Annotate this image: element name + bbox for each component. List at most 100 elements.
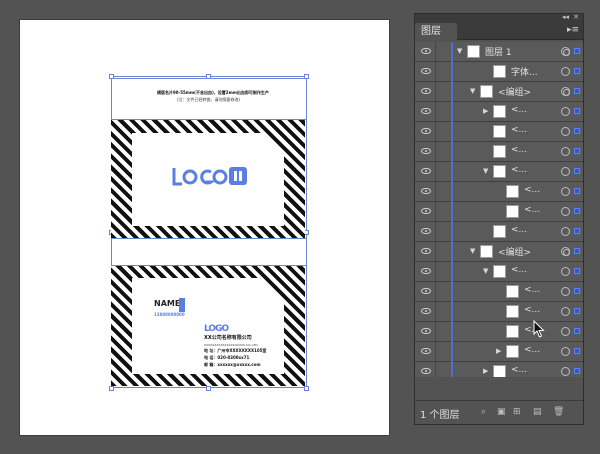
make-clipping-mask-icon[interactable]: ▣ xyxy=(497,407,506,417)
lock-column[interactable] xyxy=(435,282,436,302)
sublayer-row[interactable]: ▶ <... xyxy=(415,362,583,377)
visibility-eye-icon[interactable] xyxy=(421,268,431,274)
sublayer-row[interactable]: 字体... xyxy=(415,62,583,82)
expand-triangle-icon[interactable]: ▶ xyxy=(496,347,501,355)
target-circle-icon[interactable] xyxy=(561,367,570,376)
target-circle-icon[interactable] xyxy=(561,267,570,276)
sublayer-row[interactable]: <... xyxy=(415,282,583,302)
selection-indicator[interactable] xyxy=(574,108,580,114)
lock-column[interactable] xyxy=(435,202,436,222)
visibility-eye-icon[interactable] xyxy=(421,108,431,114)
expand-triangle-icon[interactable]: ▶ xyxy=(483,107,488,115)
lock-column[interactable] xyxy=(435,62,436,82)
selection-indicator[interactable] xyxy=(574,268,580,274)
target-circle-icon[interactable] xyxy=(561,147,570,156)
lock-column[interactable] xyxy=(435,142,436,162)
layer-name[interactable]: <... xyxy=(524,345,540,355)
sublayer-row[interactable]: <... xyxy=(415,202,583,222)
selection-indicator[interactable] xyxy=(574,248,580,254)
lock-column[interactable] xyxy=(435,222,436,242)
layer-name[interactable]: <编组> xyxy=(498,85,531,98)
lock-column[interactable] xyxy=(435,122,436,142)
selection-handle[interactable] xyxy=(304,386,309,391)
sublayer-row[interactable]: ▶ <... xyxy=(415,102,583,122)
target-circle-icon[interactable] xyxy=(561,207,570,216)
collapse-triangle-icon[interactable]: ▼ xyxy=(470,87,475,95)
layer-name[interactable]: <... xyxy=(511,225,527,235)
visibility-eye-icon[interactable] xyxy=(421,128,431,134)
visibility-eye-icon[interactable] xyxy=(421,48,431,54)
layer-name[interactable]: <... xyxy=(511,165,527,175)
layer-list[interactable]: ▼ 图层 1 字体... ▼ <编组> ▶ <... <... <... ▼ <... <... <..… xyxy=(415,42,583,377)
sublayer-row[interactable]: ▼ <... xyxy=(415,262,583,282)
sublayer-row[interactable]: <... xyxy=(415,222,583,242)
sublayer-row[interactable]: <... xyxy=(415,302,583,322)
target-circle-icon[interactable] xyxy=(561,187,570,196)
target-circle-icon[interactable] xyxy=(561,287,570,296)
lock-column[interactable] xyxy=(435,162,436,182)
selection-indicator[interactable] xyxy=(574,188,580,194)
sublayer-row[interactable]: <... xyxy=(415,322,583,342)
layer-name[interactable]: 字体... xyxy=(511,65,538,78)
visibility-eye-icon[interactable] xyxy=(421,308,431,314)
visibility-eye-icon[interactable] xyxy=(421,348,431,354)
target-circle-icon[interactable] xyxy=(561,227,570,236)
selection-indicator[interactable] xyxy=(574,68,580,74)
new-layer-icon[interactable]: ▤ xyxy=(533,407,542,417)
selection-indicator[interactable] xyxy=(574,348,580,354)
sublayer-row[interactable]: ▼ <... xyxy=(415,162,583,182)
visibility-eye-icon[interactable] xyxy=(421,228,431,234)
layer-name[interactable]: <... xyxy=(511,365,527,375)
collapse-triangle-icon[interactable]: ▼ xyxy=(483,167,488,175)
visibility-eye-icon[interactable] xyxy=(421,208,431,214)
target-circle-icon[interactable] xyxy=(561,307,570,316)
layer-name[interactable]: <编组> xyxy=(498,245,531,258)
selection-indicator[interactable] xyxy=(574,128,580,134)
lock-column[interactable] xyxy=(435,82,436,102)
selection-indicator[interactable] xyxy=(574,328,580,334)
sublayer-row[interactable]: <... xyxy=(415,142,583,162)
tab-layers[interactable]: 图层 xyxy=(415,23,457,40)
selection-handle[interactable] xyxy=(109,386,114,391)
selection-indicator[interactable] xyxy=(574,288,580,294)
layer-name[interactable]: <... xyxy=(511,125,527,135)
visibility-eye-icon[interactable] xyxy=(421,168,431,174)
locate-object-icon[interactable]: ⌕ xyxy=(481,407,486,417)
visibility-eye-icon[interactable] xyxy=(421,148,431,154)
selection-indicator[interactable] xyxy=(574,208,580,214)
target-circle-icon[interactable] xyxy=(561,87,570,96)
panel-menu-icon[interactable]: ▸≡ xyxy=(567,25,579,35)
target-circle-icon[interactable] xyxy=(561,167,570,176)
target-circle-icon[interactable] xyxy=(561,247,570,256)
visibility-eye-icon[interactable] xyxy=(421,188,431,194)
sublayer-row[interactable]: ▼ <编组> xyxy=(415,82,583,102)
selection-indicator[interactable] xyxy=(574,148,580,154)
lock-column[interactable] xyxy=(435,242,436,262)
lock-column[interactable] xyxy=(435,302,436,322)
collapse-triangle-icon[interactable]: ▼ xyxy=(457,47,462,55)
layer-row[interactable]: ▼ 图层 1 xyxy=(415,42,583,62)
lock-column[interactable] xyxy=(435,322,436,342)
sublayer-row[interactable]: <... xyxy=(415,122,583,142)
collapse-panel-icon[interactable]: ◂◂ xyxy=(562,13,569,21)
visibility-eye-icon[interactable] xyxy=(421,248,431,254)
selection-indicator[interactable] xyxy=(574,308,580,314)
close-panel-icon[interactable]: ✕ xyxy=(573,13,579,21)
delete-layer-icon[interactable]: 🗑 xyxy=(553,407,564,417)
target-circle-icon[interactable] xyxy=(561,127,570,136)
layer-name[interactable]: <... xyxy=(511,145,527,155)
layer-name[interactable]: <... xyxy=(511,105,527,115)
visibility-eye-icon[interactable] xyxy=(421,88,431,94)
panel-title-bar[interactable]: ◂◂ ✕ xyxy=(415,13,583,23)
sublayer-row[interactable]: <... xyxy=(415,182,583,202)
visibility-eye-icon[interactable] xyxy=(421,288,431,294)
selection-indicator[interactable] xyxy=(574,48,580,54)
expand-triangle-icon[interactable]: ▶ xyxy=(483,367,488,375)
layer-name[interactable]: 图层 1 xyxy=(485,45,512,58)
layer-name[interactable]: <... xyxy=(524,285,540,295)
sublayer-row[interactable]: ▼ <编组> xyxy=(415,242,583,262)
visibility-eye-icon[interactable] xyxy=(421,328,431,334)
layer-name[interactable]: <... xyxy=(524,305,540,315)
visibility-eye-icon[interactable] xyxy=(421,68,431,74)
target-circle-icon[interactable] xyxy=(561,107,570,116)
